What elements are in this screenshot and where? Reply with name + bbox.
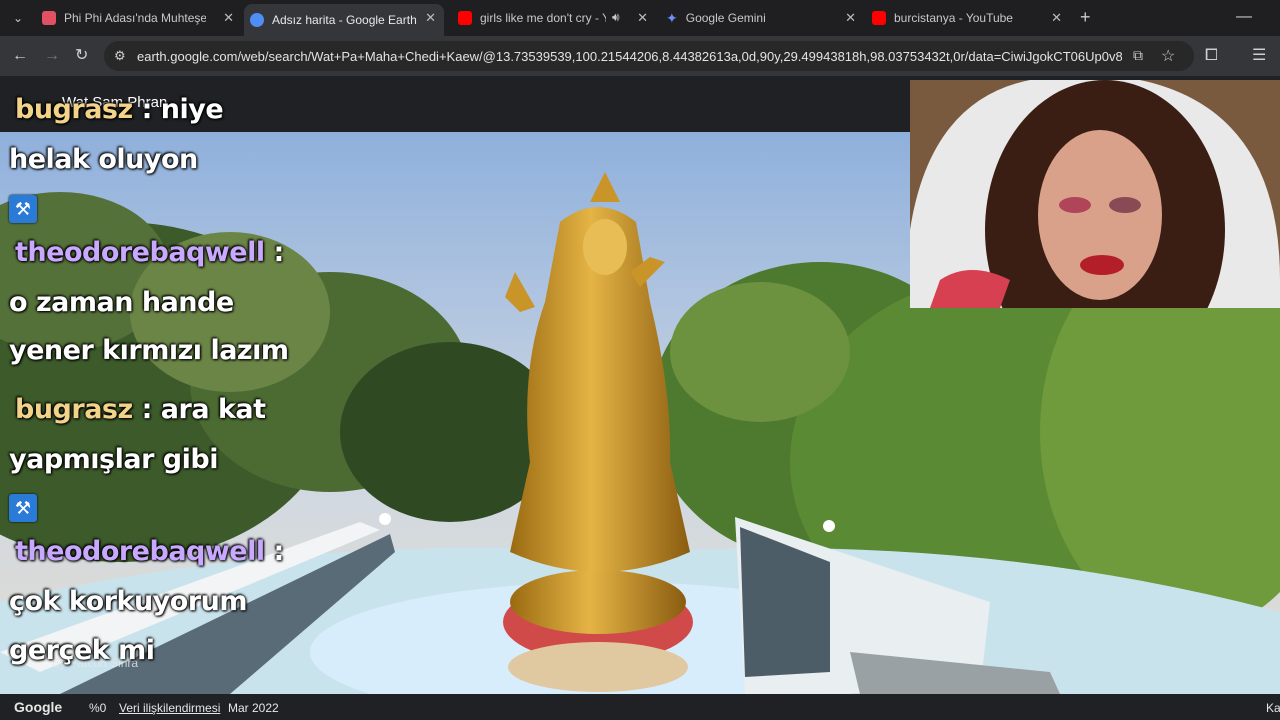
tab-gemini[interactable]: ✦ Google Gemini ✕ [660,4,864,32]
speaker-icon[interactable]: 🔊︎ [612,10,620,25]
chat-message: : [273,237,285,268]
chat-line: bugrasz : niye [15,94,224,125]
data-attribution-link[interactable]: Veri ilişkilendirmesi [119,701,220,715]
tab-title: Phi Phi Adası'nda Muhteşem Çı [64,11,206,25]
tab-title: Adsız harita - Google Earth [272,13,417,27]
youtube-favicon-icon [872,11,886,25]
chat-username: bugrasz [15,394,133,425]
close-icon[interactable]: ✕ [845,10,856,26]
tab-burcistanya[interactable]: burcistanya - YouTube ✕ [866,4,1070,32]
install-app-icon[interactable]: ⧉ [1133,47,1143,64]
close-icon[interactable]: ✕ [637,10,648,26]
tab-title: girls like me don't cry - You [480,11,606,25]
chat-line: yapmışlar gibi [9,444,218,475]
chat-line: gerçek mi [9,635,155,666]
moderator-badge-icon: ⚒ [9,494,37,522]
chat-username: theodorebaqwell [15,536,265,567]
webcam-feed-image [910,80,1280,308]
earth-favicon-icon [250,13,264,27]
tab-phi-phi[interactable]: Phi Phi Adası'nda Muhteşem Çı ✕ [36,4,242,32]
tab-title: burcistanya - YouTube [894,11,1013,25]
moderator-badge-icon: ⚒ [9,195,37,223]
chat-line: theodorebaqwell : [15,237,284,268]
bottom-right-text[interactable]: Ka [1266,701,1280,715]
address-bar[interactable]: ⚙ earth.google.com/web/search/Wat+Pa+Mah… [104,41,1194,71]
close-icon[interactable]: ✕ [223,10,234,26]
chat-username: bugrasz [15,94,133,125]
imagery-date: Mar 2022 [228,701,279,715]
tab-favicon-icon [42,11,56,25]
google-logo: Google [14,699,63,715]
tab-title: Google Gemini [685,11,766,25]
tab-strip: ⌄ Phi Phi Adası'nda Muhteşem Çı ✕ Adsız … [0,0,1280,36]
back-arrow-icon[interactable]: ← [12,46,28,66]
chat-line: o zaman hande [9,287,234,318]
chat-message: : [273,536,285,567]
chat-line: bugrasz : ara kat [15,394,266,425]
chat-line: yener kırmızı lazım [9,335,289,366]
chat-line: theodorebaqwell : [15,536,284,567]
close-icon[interactable]: ✕ [1051,10,1062,26]
gemini-favicon-icon: ✦ [666,9,678,26]
earth-status-bar: Google %0 Veri ilişkilendirmesi Mar 2022… [0,694,1280,720]
bookmark-star-icon[interactable]: ☆ [1161,46,1175,66]
reload-icon[interactable]: ↻ [75,46,88,66]
chat-message: : ara kat [141,394,266,425]
youtube-favicon-icon [458,11,472,25]
tab-google-earth[interactable]: Adsız harita - Google Earth ✕ [244,4,444,36]
chat-line: helak oluyon [9,144,198,175]
extensions-icon[interactable]: ⧠ [1205,46,1218,66]
zoom-level: %0 [89,701,107,715]
close-icon[interactable]: ✕ [425,10,436,26]
menu-icon[interactable]: ☰ [1252,46,1266,66]
chat-username: theodorebaqwell [15,237,265,268]
webcam-overlay [910,80,1280,308]
new-tab-icon[interactable]: + [1080,8,1091,26]
tab-list-chevron-icon[interactable]: ⌄ [8,8,28,28]
browser-toolbar: ← → ↻ ⚙ earth.google.com/web/search/Wat+… [0,36,1280,76]
forward-arrow-icon[interactable]: → [44,46,60,66]
minimize-icon[interactable]: — [1236,8,1252,26]
tab-youtube-song[interactable]: girls like me don't cry - You 🔊︎ ✕ [452,4,656,32]
chat-message: : niye [141,94,224,125]
url-text[interactable]: earth.google.com/web/search/Wat+Pa+Maha+… [137,49,1122,64]
chat-line: çok korkuyorum [9,586,248,617]
site-info-icon[interactable]: ⚙ [114,48,126,64]
